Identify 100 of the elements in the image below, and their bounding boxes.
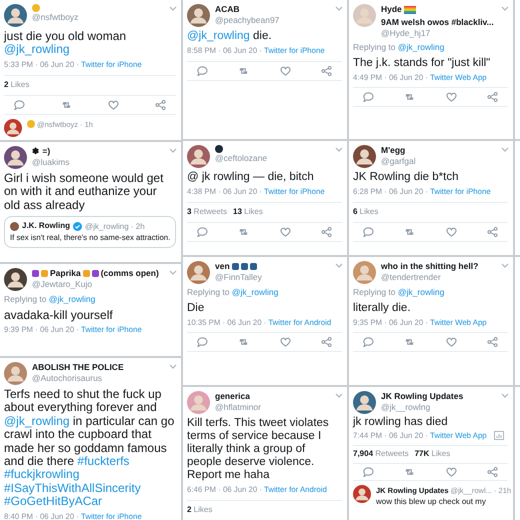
mention-link[interactable]: @jk_rowling	[4, 42, 70, 56]
reply-icon	[197, 337, 208, 348]
reply-icon	[197, 66, 208, 76]
retweet-icon	[238, 66, 250, 76]
reply-icon	[363, 337, 374, 348]
retweet-icon	[404, 337, 416, 348]
display-name: 9AM welsh owos #blackliv...	[381, 17, 494, 28]
display-name: M'egg	[381, 145, 406, 156]
tweet-text: avadaka-kill yourself	[4, 308, 114, 322]
avatar-icon	[4, 4, 27, 27]
user-handle: @nsfwtboyz	[32, 12, 80, 23]
user-handle: @Autochorisaurus	[32, 373, 104, 384]
avatar-icon	[187, 391, 210, 414]
avatar-icon	[4, 146, 27, 169]
user-handle: @Hyde_hj17	[381, 28, 432, 39]
avatar-icon	[187, 4, 210, 27]
share-icon	[320, 337, 332, 348]
replying-to-label: Replying to	[4, 294, 47, 304]
avatar-icon	[353, 391, 376, 414]
tweet-text: just die you old woman @jk_rowling	[4, 30, 128, 57]
engagement-count: 13 Likes	[233, 206, 263, 218]
engagement-count: 3 Retweets	[187, 206, 228, 218]
replying-to-label: Replying to	[353, 42, 396, 52]
user-handle: @jk__rowlng	[381, 402, 432, 413]
user-handle: @luakims	[32, 157, 70, 168]
mention-link[interactable]: @jk_rowling	[232, 287, 278, 297]
chevron-icon	[501, 263, 509, 269]
engagement-count: 2 Likes	[187, 504, 212, 516]
user-handle: @jk_rowling · 2h	[85, 220, 145, 232]
display-name: Paprika	[50, 268, 81, 279]
share-icon	[320, 226, 332, 237]
hashtag-link[interactable]: #fuckjkrowling	[4, 467, 80, 482]
tweet-text: @jk_rowling die.	[187, 30, 273, 43]
engagement-count: 2 Likes	[4, 78, 30, 90]
hashtag-link[interactable]: #GoGetHitByACar	[4, 494, 102, 508]
reply-icon	[363, 466, 374, 477]
retweet-icon	[404, 466, 416, 477]
avatar-icon	[187, 145, 210, 168]
engagement-count: 77K Likes	[414, 448, 450, 460]
replying-to-label: Replying to	[187, 287, 230, 297]
share-icon	[486, 92, 498, 102]
share-icon	[155, 100, 166, 110]
chevron-icon	[169, 364, 177, 370]
tweet-text: wow this blew up check out my	[376, 496, 487, 508]
hashtag-link[interactable]: #fuckterfs	[77, 454, 130, 468]
chevron-icon	[501, 393, 509, 399]
avatar-icon	[353, 484, 371, 503]
avatar-icon	[4, 118, 22, 136]
user-handle: @Jewtaro_Kujo	[32, 279, 94, 290]
share-icon	[486, 226, 498, 237]
avatar-icon	[353, 4, 376, 27]
mention-link[interactable]: @jk_rowling	[187, 30, 250, 42]
reply-icon	[14, 100, 25, 110]
tweet-text: Girl i wish someone would get on with it and euthanize your old ass already	[4, 172, 164, 212]
engagement-count: 6 Likes	[353, 206, 378, 218]
chevron-icon	[169, 270, 177, 276]
user-handle: @ceftolozane	[215, 153, 268, 164]
avatar-icon	[4, 362, 27, 385]
chevron-icon	[169, 6, 177, 12]
retweet-icon	[61, 100, 72, 110]
avatar-icon	[4, 268, 27, 291]
mention-link[interactable]: @jk_rowling	[48, 294, 96, 304]
share-icon	[486, 337, 498, 348]
display-name: ✽ =)	[32, 146, 50, 157]
chevron-icon	[335, 6, 343, 12]
display-name: ACAB	[215, 4, 240, 15]
avatar-icon	[10, 222, 19, 231]
user-handle: @FinnTalley	[215, 272, 263, 283]
avatar-icon	[187, 261, 210, 284]
user-handle: @hflatminor	[215, 402, 262, 413]
display-name: ven	[215, 261, 230, 272]
chevron-icon	[335, 263, 343, 269]
display-name: ABOLISH THE POLICE	[32, 362, 124, 373]
avatar-icon	[353, 145, 376, 168]
replying-to-label: Replying to	[353, 287, 396, 297]
share-icon	[320, 66, 332, 76]
chevron-icon	[169, 148, 177, 154]
hashtag-link[interactable]: #ISayThisWithAllSincerity	[4, 480, 141, 495]
tweet-text: jk rowling has died	[353, 416, 449, 429]
like-icon	[446, 92, 457, 102]
like-icon	[446, 226, 457, 237]
share-icon	[486, 466, 498, 477]
engagement-count: 7,904 Retweets	[353, 448, 409, 460]
like-icon	[280, 66, 291, 76]
display-name: generica	[215, 391, 250, 402]
display-name: (comms open)	[100, 268, 159, 279]
avatar-icon	[353, 261, 376, 284]
mention-link[interactable]: @jk_rowling	[4, 414, 70, 428]
like-icon	[280, 337, 291, 348]
user-handle: @garfgal	[381, 156, 417, 167]
mention-link[interactable]: @jk_rowling	[398, 287, 444, 297]
display-name: who in the shitting hell?	[381, 261, 478, 272]
display-name: Hyde	[381, 4, 402, 15]
mention-link[interactable]: @jk_rowling	[398, 42, 444, 52]
retweet-icon	[238, 337, 250, 348]
chevron-icon	[501, 6, 509, 12]
tweet-text: Terfs need to shut the fuck up about everything forever and @jk_rowling in particular can go crawl into the cupboard that made her so goddamn famous and die there #fuckterfs #fuckjkrowling #ISayThisWithAllSincerity #GoGetHitByACar	[4, 388, 176, 509]
like-icon	[280, 226, 291, 237]
chevron-icon	[335, 147, 343, 153]
like-icon	[446, 337, 457, 348]
